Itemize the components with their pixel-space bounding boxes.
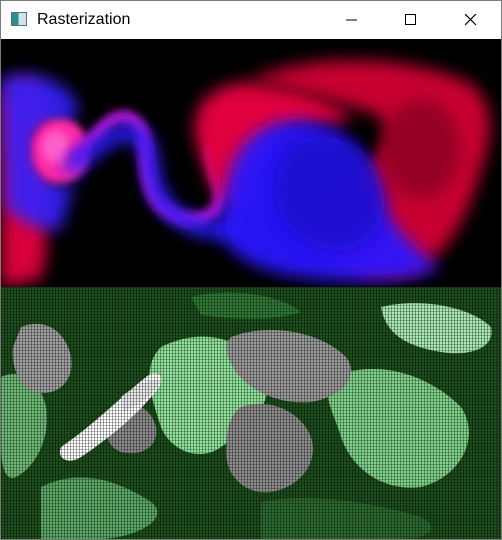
minimize-button[interactable] [329,1,375,39]
close-button[interactable] [448,1,494,39]
title-bar[interactable]: Rasterization [1,1,501,39]
window-title: Rasterization [37,11,131,28]
rasterized-render-view[interactable] [1,287,501,539]
fluid-render-view[interactable] [1,39,501,287]
app-window: Rasterization [0,0,502,540]
maximize-icon [405,14,416,25]
close-icon [465,14,477,26]
app-window-icon [11,12,27,26]
minimize-icon [346,19,357,21]
maximize-button[interactable] [388,1,434,39]
